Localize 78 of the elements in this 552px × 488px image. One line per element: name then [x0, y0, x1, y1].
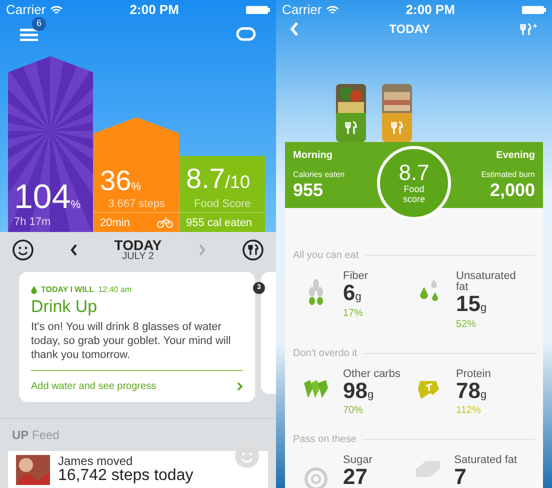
nutrient-unit: g — [355, 290, 362, 305]
nutrient-name: Saturated fat — [454, 455, 518, 466]
nutrient-amount: 15 — [456, 293, 480, 315]
drop-icon — [31, 286, 37, 294]
cutlery-icon — [390, 120, 404, 134]
cutlery-icon — [344, 120, 358, 134]
feed-heading: UP Feed — [12, 428, 60, 442]
day-title: TODAY — [114, 238, 162, 252]
calories-eaten-value: 955 — [293, 181, 324, 199]
nutrient-amount: 78 — [456, 380, 480, 402]
status-time: 2:00 PM — [130, 1, 179, 20]
nutrient-name: Sugar — [343, 455, 374, 466]
back-icon[interactable] — [290, 22, 299, 36]
bar-value: 8.7 — [186, 164, 225, 193]
card-title: Drink Up — [31, 296, 98, 318]
cutlery-circle-icon[interactable] — [242, 239, 264, 262]
morning-label: Morning — [293, 149, 334, 163]
estimated-burn-label: Estimated burn — [481, 169, 535, 181]
smiley-icon[interactable] — [12, 239, 34, 262]
nutrient-percent: 112% — [456, 404, 482, 418]
band-icon[interactable] — [236, 27, 256, 41]
nutrient-name: Fiber — [343, 271, 370, 282]
nutrient-percent: 17% — [343, 306, 364, 320]
status-time: 2:00 PM — [406, 1, 455, 19]
nutrient-amount: 98 — [343, 380, 368, 402]
carrier-label: Carrier — [282, 1, 322, 19]
meal-marker[interactable] — [336, 84, 366, 142]
bicycle-icon — [157, 217, 173, 228]
card-body: It's on! You will drink 8 glasses of water today, so grab your goblet. Your mind will thank you tomorrow. — [31, 320, 232, 362]
day-date: JULY 2 — [122, 252, 154, 262]
feed-title: James moved — [58, 454, 134, 467]
previous-day-icon[interactable] — [70, 244, 78, 256]
bar-value: 36 — [100, 167, 132, 196]
nutrient-unit: g — [480, 388, 487, 402]
bar-footer: 20min — [100, 214, 130, 232]
bar-footer: 955 cal eaten — [186, 214, 252, 232]
meal-marker[interactable] — [382, 84, 412, 142]
bar-unit: % — [70, 198, 81, 213]
goal-card[interactable]: TODAY I WILL 12:40 am Drink Up It's on! You will drink 8 glasses of water today, so grab your goblet. Your mind will thank you tomorrow. Add water and see progress — [19, 272, 255, 402]
nutrient-unit: g — [367, 388, 374, 402]
feed-text: 16,742 steps today — [58, 466, 194, 485]
nutrient-name: Protein — [456, 368, 492, 380]
nutrient-amount: 7 — [454, 466, 466, 488]
nutrient-unit: g — [480, 301, 487, 316]
calories-eaten-label: Calories eaten — [293, 169, 345, 181]
nutrient-name: Unsaturated fat — [456, 271, 517, 293]
battery-icon — [522, 4, 546, 15]
bar-value: 104 — [14, 180, 71, 214]
food-score-value: 8.7 — [398, 162, 430, 184]
screen-title: TODAY — [389, 21, 430, 38]
food-score-label: Food score — [402, 184, 426, 204]
carrier-label: Carrier — [6, 1, 46, 20]
add-meal-icon[interactable] — [520, 22, 538, 36]
chevron-right-icon — [237, 382, 243, 391]
nutrient-amount: 6 — [343, 282, 356, 304]
bar-unit: % — [131, 180, 141, 196]
menu-icon[interactable] — [20, 27, 38, 41]
bar-detail: 7h 17m — [14, 214, 52, 230]
section-heading: Pass on these — [293, 433, 356, 447]
evening-label: Evening — [496, 149, 535, 163]
nutrient-percent: 52% — [456, 318, 478, 332]
card-time: 12:40 am — [98, 284, 132, 296]
wifi-icon — [326, 4, 339, 15]
nutrient-percent: 70% — [343, 404, 364, 418]
notification-badge: 6 — [32, 17, 46, 31]
section-heading: All you can eat — [293, 249, 359, 263]
goal-bar[interactable]: 104% 7h 17m — [8, 56, 93, 232]
nutrient-amount: 27 — [343, 466, 368, 488]
card-tag: TODAY I WILL — [41, 284, 94, 296]
bar-detail: Food Score — [193, 196, 252, 212]
wifi-icon — [50, 5, 63, 15]
bar-detail: 3,667 steps — [107, 196, 166, 212]
bar-unit: /10 — [224, 170, 250, 194]
nutrient-name: Other carbs — [343, 368, 402, 380]
section-heading: Don't overdo it — [293, 346, 358, 360]
estimated-burn-value: 2,000 — [490, 181, 535, 199]
butter-icon — [416, 461, 440, 477]
battery-icon — [246, 5, 270, 15]
